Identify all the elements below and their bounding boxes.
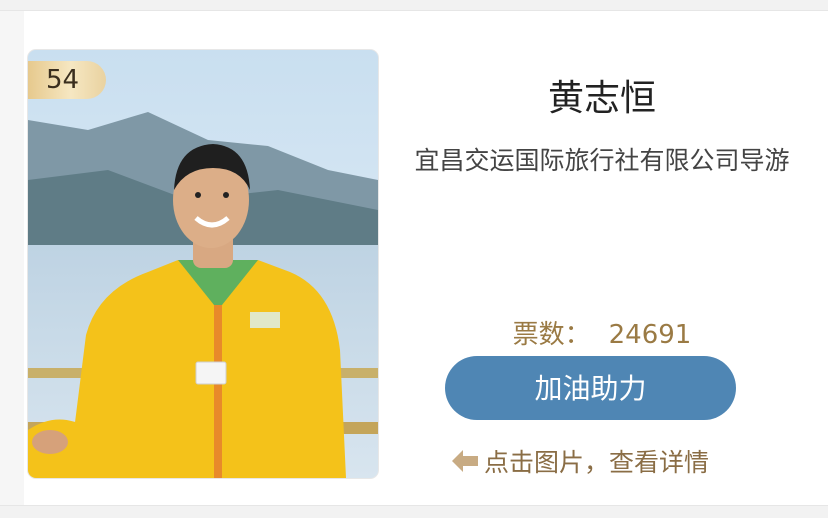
arrow-left-icon xyxy=(452,450,478,472)
left-divider-strip xyxy=(0,11,24,505)
organization-title: 宜昌交运国际旅行社有限公司导游 xyxy=(414,146,790,175)
contestant-name: 黄志恒 xyxy=(547,78,656,119)
votes-number: 24691 xyxy=(608,320,692,350)
details-hint[interactable]: 点击图片，查看详情 xyxy=(452,443,709,479)
contestant-photo[interactable] xyxy=(28,50,378,478)
boost-button[interactable]: 加油助力 xyxy=(445,356,736,420)
rank-badge: 54 xyxy=(28,61,106,99)
votes-label: 票数： xyxy=(512,320,591,350)
page: 54 黄志恒 宜昌交运国际旅行社有限公司导游 票数： 24691 加油助力 点击图… xyxy=(0,0,828,518)
hint-text: 点击图片，查看详情 xyxy=(484,448,710,477)
contestant-card[interactable]: 54 黄志恒 宜昌交运国际旅行社有限公司导游 票数： 24691 加油助力 点击图… xyxy=(0,10,828,506)
person-photo-icon xyxy=(28,50,378,478)
vote-count: 票数： 24691 xyxy=(400,314,804,351)
